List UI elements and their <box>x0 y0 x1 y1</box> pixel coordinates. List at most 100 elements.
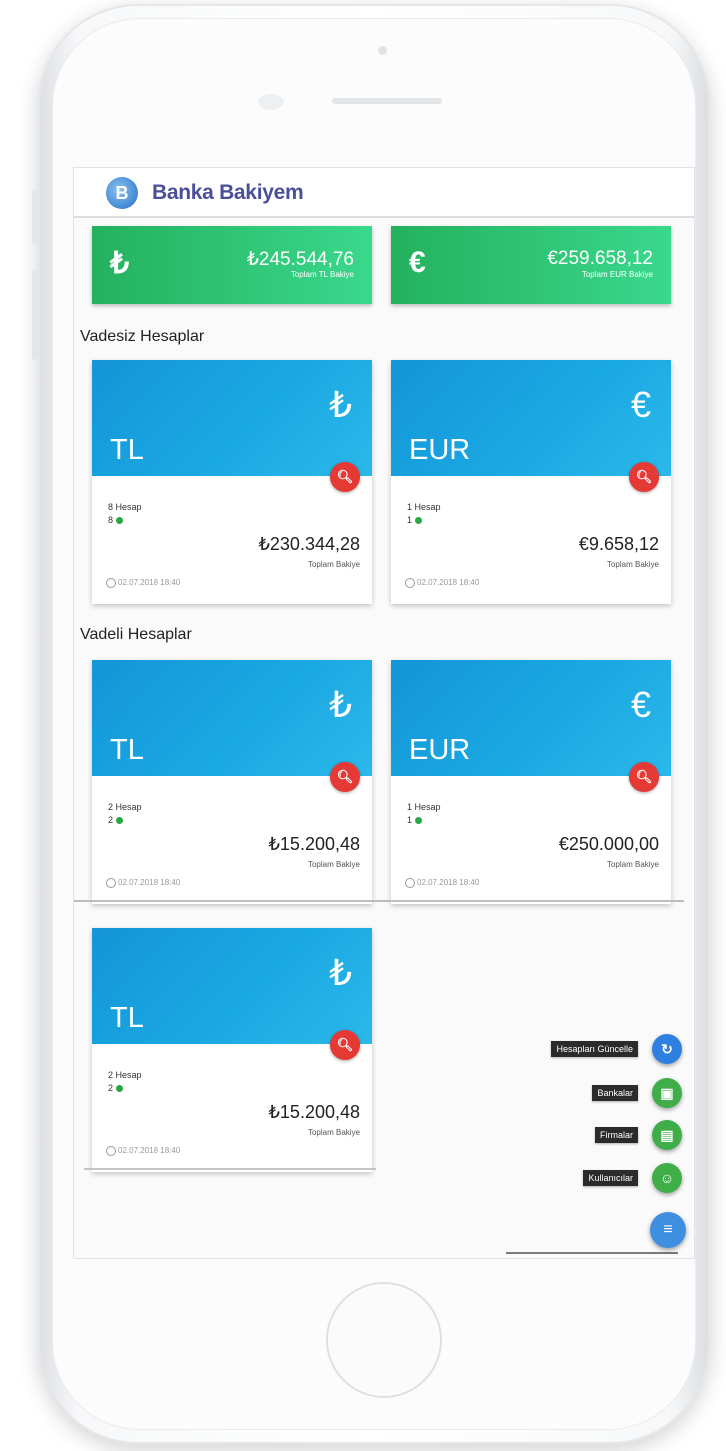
active-count-value: 8 <box>108 515 114 525</box>
phone-camera <box>378 46 387 55</box>
balance-amount: ₺230.344,28 <box>258 534 360 554</box>
fab-action-label: Firmalar <box>595 1127 638 1143</box>
search-button[interactable]: 🔍︎ <box>629 462 659 492</box>
account-card-vadeli-tl[interactable]: ₺ TL 🔍︎ 2 Hesap 2 ₺15.200,48 Toplam Baki… <box>92 660 372 904</box>
active-count: 1 <box>407 515 423 525</box>
active-count: 1 <box>407 815 423 825</box>
account-card-tl[interactable]: ₺ TL 🔍︎ 2 Hesap 2 ₺15.200,48 Toplam Baki… <box>92 928 372 1172</box>
fab-action-label: Bankalar <box>592 1085 638 1101</box>
update-time: 02.07.2018 18:40 <box>106 578 180 588</box>
refresh-icon[interactable]: ↻ <box>652 1034 682 1064</box>
account-count: 2 Hesap <box>108 1070 142 1080</box>
logo-icon: B <box>106 177 138 209</box>
card-header: ₺ TL <box>92 928 372 1044</box>
fab-baseline <box>506 1252 678 1254</box>
search-icon: 🔍︎ <box>336 469 354 484</box>
account-card-vadesiz-tl[interactable]: ₺ TL 🔍︎ 8 Hesap 8 ₺230.344,28 Toplam Bak… <box>92 360 372 604</box>
clock-icon <box>405 578 415 588</box>
update-time-value: 02.07.2018 18:40 <box>417 878 480 888</box>
balance-label: Toplam Bakiye <box>606 560 659 569</box>
bank-icon[interactable]: ▣ <box>652 1078 682 1108</box>
update-time: 02.07.2018 18:40 <box>106 1146 180 1156</box>
active-count-value: 2 <box>108 815 114 825</box>
search-icon: 🔍︎ <box>336 769 354 784</box>
phone-speaker <box>332 98 442 104</box>
lira-icon: ₺ <box>329 384 352 425</box>
euro-icon: € <box>409 246 426 279</box>
card-header: € EUR <box>391 660 671 776</box>
account-card-vadesiz-eur[interactable]: € EUR 🔍︎ 1 Hesap 1 €9.658,12 Toplam Baki… <box>391 360 671 604</box>
search-icon: 🔍︎ <box>635 769 653 784</box>
account-count: 1 Hesap <box>407 502 441 512</box>
status-dot-icon <box>116 517 124 525</box>
fab-action-refresh[interactable]: Hesapları Güncelle ↻ <box>482 1034 682 1064</box>
total-tl-label: Toplam TL Bakiye <box>290 270 354 279</box>
active-count: 2 <box>108 1083 124 1093</box>
balance-label: Toplam Bakiye <box>307 860 360 869</box>
card-header: € EUR <box>391 360 671 476</box>
account-count: 8 Hesap <box>108 502 142 512</box>
update-time-value: 02.07.2018 18:40 <box>417 578 480 588</box>
balance-label: Toplam Bakiye <box>307 1128 360 1137</box>
account-count: 2 Hesap <box>108 802 142 812</box>
account-card-vadeli-eur[interactable]: € EUR 🔍︎ 1 Hesap 1 €250.000,00 Toplam Ba… <box>391 660 671 904</box>
balance-label: Toplam Bakiye <box>307 560 360 569</box>
search-button[interactable]: 🔍︎ <box>330 1030 360 1060</box>
card-header: ₺ TL <box>92 360 372 476</box>
fab-action-label: Hesapları Güncelle <box>551 1041 638 1057</box>
section-title-vadeli: Vadeli Hesaplar <box>80 626 192 643</box>
currency-name: EUR <box>409 434 471 466</box>
lira-icon: ₺ <box>110 247 130 280</box>
fab-action-companies[interactable]: Firmalar ▤ <box>482 1120 682 1150</box>
fab-action-label: Kullanıcılar <box>583 1170 638 1186</box>
phone-side-button <box>32 270 38 360</box>
phone-sensor <box>258 94 284 110</box>
update-time: 02.07.2018 18:40 <box>405 878 479 888</box>
update-time-value: 02.07.2018 18:40 <box>118 878 181 888</box>
currency-name: TL <box>110 734 144 766</box>
account-count: 1 Hesap <box>407 802 441 812</box>
card-underline <box>84 1168 376 1170</box>
clock-icon <box>106 578 116 588</box>
home-button <box>326 1282 442 1398</box>
search-button[interactable]: 🔍︎ <box>629 762 659 792</box>
balance-amount: ₺15.200,48 <box>268 1102 360 1122</box>
lira-icon: ₺ <box>329 952 352 993</box>
total-tl-card: ₺ ₺245.544,76 Toplam TL Bakiye <box>92 226 372 304</box>
status-dot-icon <box>116 817 124 825</box>
balance-amount: €250.000,00 <box>558 834 659 854</box>
search-button[interactable]: 🔍︎ <box>330 462 360 492</box>
fab-action-users[interactable]: Kullanıcılar ☺ <box>482 1163 682 1193</box>
search-icon: 🔍︎ <box>635 469 653 484</box>
total-tl-amount: ₺245.544,76 <box>246 249 354 270</box>
users-icon[interactable]: ☺ <box>652 1163 682 1193</box>
euro-icon: € <box>630 384 651 425</box>
status-dot-icon <box>415 817 423 825</box>
app-title: Banka Bakiyem <box>152 181 304 204</box>
total-eur-amount: €259.658,12 <box>547 248 653 269</box>
currency-name: TL <box>110 1002 144 1034</box>
app-screen: B Banka Bakiyem ₺ ₺245.544,76 Toplam TL … <box>74 168 694 1258</box>
fab-action-banks[interactable]: Bankalar ▣ <box>482 1078 682 1108</box>
section-divider <box>74 900 684 902</box>
status-dot-icon <box>415 517 423 525</box>
card-header: ₺ TL <box>92 660 372 776</box>
menu-icon[interactable]: ≡ <box>650 1212 686 1248</box>
balance-label: Toplam Bakiye <box>606 860 659 869</box>
active-count-value: 1 <box>407 515 413 525</box>
store-icon[interactable]: ▤ <box>652 1120 682 1150</box>
clock-icon <box>106 1146 116 1156</box>
balance-amount: ₺15.200,48 <box>268 834 360 854</box>
update-time: 02.07.2018 18:40 <box>405 578 479 588</box>
total-eur-label: Toplam EUR Bakiye <box>581 270 653 279</box>
search-icon: 🔍︎ <box>336 1037 354 1052</box>
status-dot-icon <box>116 1085 124 1093</box>
phone-side-button <box>32 190 38 244</box>
section-title-vadesiz: Vadesiz Hesaplar <box>80 328 205 345</box>
active-count: 2 <box>108 815 124 825</box>
euro-icon: € <box>630 684 651 725</box>
update-time: 02.07.2018 18:40 <box>106 878 180 888</box>
clock-icon <box>405 878 415 888</box>
search-button[interactable]: 🔍︎ <box>330 762 360 792</box>
balance-amount: €9.658,12 <box>578 534 659 554</box>
